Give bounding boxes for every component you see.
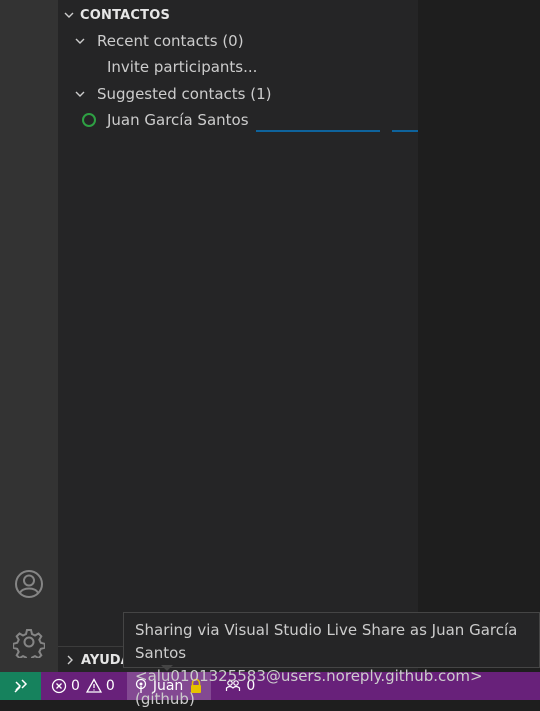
sidebar: CONTACTOS Recent contacts (0) Invite par… [58,0,418,672]
section-title: CONTACTOS [80,7,171,23]
error-icon [51,678,67,694]
invite-label: Invite participants... [107,58,258,76]
problems-button[interactable]: 0 0 [45,672,121,700]
warnings-count: 0 [105,678,115,694]
tooltip-line-1: Sharing via Visual Studio Live Share as … [135,621,518,662]
chevron-right-icon [64,654,76,666]
account-icon[interactable] [13,568,45,600]
chevron-down-icon [58,9,80,21]
progress-indicator [392,130,418,132]
liveshare-tooltip: Sharing via Visual Studio Live Share as … [123,612,540,708]
chevron-down-icon [70,35,90,47]
suggested-contacts-label: Suggested contacts (1) [97,85,272,103]
remote-indicator-button[interactable] [0,672,41,700]
suggested-contacts-group[interactable]: Suggested contacts (1) [58,81,418,107]
editor-area [418,0,540,672]
activity-bar [0,0,58,672]
tooltip-line-2: <alu0101325583@users.noreply.github.com>… [135,667,483,708]
contact-name: Juan García Santos [107,111,249,129]
presence-status-icon [82,113,96,127]
invite-participants-item[interactable]: Invite participants... [58,54,418,80]
contacts-section-header[interactable]: CONTACTOS [58,3,418,27]
recent-contacts-label: Recent contacts (0) [97,32,244,50]
warning-icon [85,678,102,694]
tooltip-arrow [161,665,173,671]
errors-count: 0 [71,678,80,694]
progress-indicator [256,130,380,132]
chevron-down-icon [70,88,90,100]
gear-icon[interactable] [12,626,46,663]
recent-contacts-group[interactable]: Recent contacts (0) [58,28,418,54]
remote-icon [13,678,29,694]
